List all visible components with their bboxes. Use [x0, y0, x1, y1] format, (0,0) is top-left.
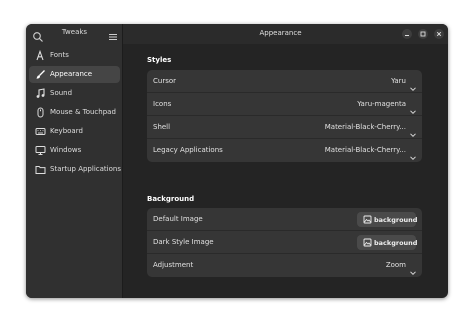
cursor-row[interactable]: Cursor Yaru: [147, 70, 422, 93]
shell-row[interactable]: Shell Material-Black-Cherry...: [147, 116, 422, 139]
image-file-icon: [363, 238, 372, 247]
icons-row[interactable]: Icons Yaru-magenta: [147, 93, 422, 116]
main-content: Styles Cursor Yaru Icons Yaru-magenta Sh…: [123, 44, 448, 298]
chevron-down-icon: [409, 124, 417, 138]
shell-value: Material-Black-Cherry...: [324, 123, 406, 131]
adjustment-value: Zoom: [385, 261, 406, 269]
close-button[interactable]: [434, 29, 444, 39]
sidebar-item-keyboard[interactable]: Keyboard: [29, 123, 120, 140]
sidebar-item-mouse-touchpad[interactable]: Mouse & Touchpad: [29, 104, 120, 121]
sidebar: Tweaks Fonts Appearance Sound Mouse & To…: [26, 24, 123, 298]
header-bar: Appearance: [123, 24, 448, 44]
sidebar-item-appearance[interactable]: Appearance: [29, 66, 120, 83]
sidebar-item-label: Windows: [50, 146, 82, 154]
chevron-down-icon: [409, 262, 417, 276]
adjustment-row[interactable]: Adjustment Zoom: [147, 254, 422, 277]
hamburger-menu-icon[interactable]: [108, 28, 118, 40]
background-group: Default Image background Dark Style Imag…: [147, 208, 422, 277]
sidebar-item-label: Fonts: [50, 51, 69, 59]
image-file-icon: [363, 215, 372, 224]
sidebar-item-windows[interactable]: Windows: [29, 142, 120, 159]
dark-style-image-label: Dark Style Image: [153, 238, 214, 246]
keyboard-icon: [35, 126, 46, 137]
sidebar-item-label: Startup Applications: [50, 165, 121, 173]
adjustment-label: Adjustment: [153, 261, 194, 269]
dark-style-image-button-label: background: [374, 238, 418, 247]
brush-icon: [35, 69, 46, 80]
sidebar-item-label: Mouse & Touchpad: [50, 108, 116, 116]
minimize-icon: [405, 35, 409, 36]
sidebar-item-label: Keyboard: [50, 127, 83, 135]
sidebar-item-label: Appearance: [50, 70, 93, 78]
dark-style-image-row: Dark Style Image background: [147, 231, 422, 254]
chevron-down-icon: [409, 147, 417, 161]
sidebar-header: Tweaks: [26, 24, 123, 44]
cursor-label: Cursor: [153, 77, 177, 85]
maximize-icon: [420, 31, 426, 37]
legacy-applications-row[interactable]: Legacy Applications Material-Black-Cherr…: [147, 139, 422, 162]
cursor-value: Yaru: [391, 77, 406, 85]
mouse-icon: [35, 107, 46, 118]
legacy-applications-value: Material-Black-Cherry...: [324, 146, 406, 154]
shell-label: Shell: [153, 123, 171, 131]
default-image-button[interactable]: background: [357, 212, 418, 227]
chevron-down-icon: [409, 78, 417, 92]
music-note-icon: [35, 88, 46, 99]
default-image-row: Default Image background: [147, 208, 422, 231]
styles-heading: Styles: [147, 56, 172, 64]
minimize-button[interactable]: [402, 29, 412, 39]
sidebar-list: Fonts Appearance Sound Mouse & Touchpad: [29, 47, 121, 180]
sidebar-item-startup-applications[interactable]: Startup Applications: [29, 161, 121, 178]
page-title: Appearance: [259, 29, 302, 37]
maximize-button[interactable]: [418, 29, 428, 39]
chevron-down-icon: [409, 101, 417, 115]
styles-group: Cursor Yaru Icons Yaru-magenta Shell Mat…: [147, 70, 422, 162]
legacy-applications-label: Legacy Applications: [153, 146, 223, 154]
sidebar-item-fonts[interactable]: Fonts: [29, 47, 120, 64]
close-icon: [436, 31, 442, 37]
monitor-icon: [35, 145, 46, 156]
dark-style-image-button[interactable]: background: [357, 235, 418, 250]
icons-label: Icons: [153, 100, 172, 108]
sidebar-item-sound[interactable]: Sound: [29, 85, 120, 102]
font-icon: [35, 49, 46, 61]
sidebar-item-label: Sound: [50, 89, 73, 97]
background-heading: Background: [147, 195, 195, 203]
folder-icon: [35, 164, 46, 175]
tweaks-window: Tweaks Fonts Appearance Sound Mouse & To…: [26, 24, 448, 298]
default-image-label: Default Image: [153, 215, 203, 223]
icons-value: Yaru-magenta: [357, 100, 406, 108]
default-image-button-label: background: [374, 215, 418, 224]
